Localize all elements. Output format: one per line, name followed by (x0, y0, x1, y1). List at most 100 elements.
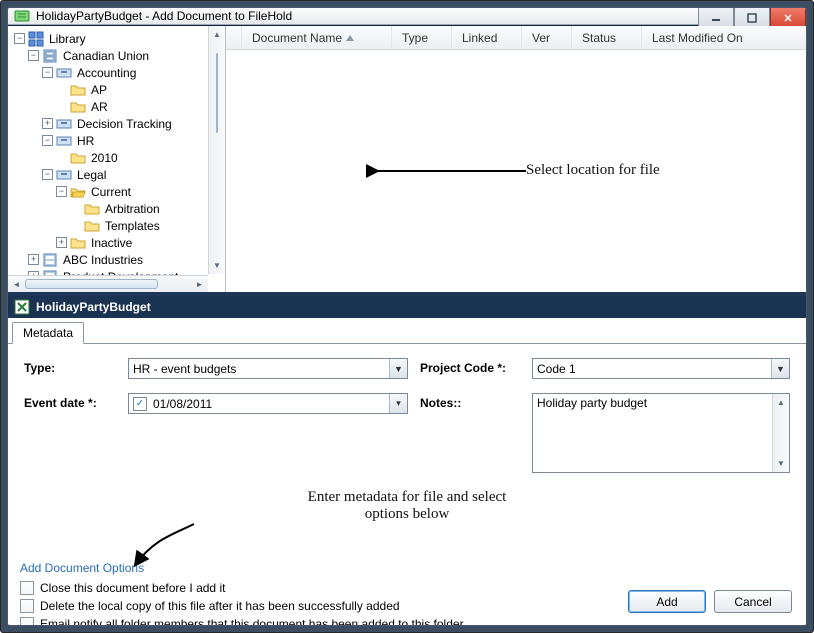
button-label: Cancel (734, 595, 771, 609)
tree-node-legal[interactable]: Legal (75, 168, 108, 182)
tab-strip: Metadata (8, 320, 806, 344)
scroll-left-icon[interactable]: ◄ (8, 276, 25, 292)
folder-icon (84, 201, 100, 217)
event-date-input[interactable]: ✓ 01/08/2011 ▾ (128, 393, 408, 414)
checkbox-close-before[interactable] (20, 581, 34, 595)
tree-node-inactive[interactable]: Inactive (89, 236, 134, 250)
tree-node-ap[interactable]: AP (89, 83, 109, 97)
expand-icon[interactable]: + (42, 118, 53, 129)
dropdown-icon[interactable]: ▼ (771, 359, 789, 378)
folder-icon (70, 235, 86, 251)
scroll-down-icon[interactable]: ▼ (209, 257, 225, 274)
tree-node-templates[interactable]: Templates (103, 219, 162, 233)
drawer-icon (56, 133, 72, 149)
tree-node-accounting[interactable]: Accounting (75, 66, 138, 80)
scroll-up-icon[interactable]: ▲ (209, 26, 225, 43)
column-type[interactable]: Type (392, 26, 452, 49)
column-label: Type (402, 31, 428, 45)
column-last-modified[interactable]: Last Modified On (642, 26, 806, 49)
excel-doc-icon (14, 299, 30, 315)
scroll-right-icon[interactable]: ► (191, 276, 208, 292)
tree-horizontal-scrollbar[interactable]: ◄ ► (8, 275, 208, 292)
tree-node-canadian-union[interactable]: Canadian Union (61, 49, 151, 63)
checkbox-delete-local[interactable] (20, 599, 34, 613)
tree-node-current[interactable]: Current (89, 185, 133, 199)
type-value: HR - event budgets (129, 362, 389, 376)
project-code-combo[interactable]: Code 1 ▼ (532, 358, 790, 379)
scroll-thumb[interactable] (25, 279, 158, 289)
folder-tree[interactable]: − Library − Canadian Union (8, 26, 225, 292)
column-label: Last Modified On (652, 31, 743, 45)
column-label: Ver (532, 31, 550, 45)
close-button[interactable] (770, 8, 806, 28)
column-document-name[interactable]: Document Name (242, 26, 392, 49)
date-enable-checkbox[interactable]: ✓ (133, 397, 147, 411)
tree-vertical-scrollbar[interactable]: ▲ ▼ (208, 26, 225, 274)
cabinet-icon (42, 252, 58, 268)
notes-scrollbar[interactable]: ▲ ▼ (772, 394, 789, 472)
column-ver[interactable]: Ver (522, 26, 572, 49)
folder-open-icon (70, 184, 86, 200)
document-list-panel: Document Name Type Linked Ver Status Las… (226, 26, 806, 292)
label-type: Type: (24, 358, 116, 375)
sort-ascending-icon (346, 35, 354, 41)
tree-node-ar[interactable]: AR (89, 100, 110, 114)
dialog-footer: Add Cancel (628, 590, 792, 613)
column-linked[interactable]: Linked (452, 26, 522, 49)
label-event-date: Event date *: (24, 393, 116, 410)
cancel-button[interactable]: Cancel (714, 590, 792, 613)
expand-icon[interactable]: + (56, 237, 67, 248)
tree-panel: − Library − Canadian Union (8, 26, 226, 292)
document-name: HolidayPartyBudget (36, 300, 151, 314)
title-bar: HolidayPartyBudget - Add Document to Fil… (8, 8, 806, 25)
metadata-panel: Metadata Type: HR - event budgets ▼ Proj… (8, 318, 806, 555)
drawer-icon (56, 116, 72, 132)
type-combo[interactable]: HR - event budgets ▼ (128, 358, 408, 379)
library-icon (28, 31, 44, 47)
tree-node-abc-industries[interactable]: ABC Industries (61, 253, 145, 267)
drawer-icon (56, 65, 72, 81)
tree-node-2010[interactable]: 2010 (89, 151, 120, 165)
collapse-icon[interactable]: − (42, 135, 53, 146)
notes-textarea[interactable]: Holiday party budget ▲ ▼ (532, 393, 790, 473)
notes-value: Holiday party budget (537, 396, 647, 410)
dropdown-icon[interactable]: ▼ (389, 359, 407, 378)
annotation-arrow-icon (366, 161, 536, 181)
window-title: HolidayPartyBudget - Add Document to Fil… (36, 9, 292, 23)
collapse-icon[interactable]: − (42, 169, 53, 180)
minimize-button[interactable] (698, 8, 734, 28)
add-button[interactable]: Add (628, 590, 706, 613)
column-header-row: Document Name Type Linked Ver Status Las… (226, 26, 806, 50)
collapse-icon[interactable]: − (56, 186, 67, 197)
tree-node-library[interactable]: Library (47, 32, 88, 46)
scroll-down-icon[interactable]: ▼ (773, 455, 789, 472)
folder-icon (84, 218, 100, 234)
cabinet-icon (42, 48, 58, 64)
option-close-before-label: Close this document before I add it (40, 581, 225, 595)
upper-split: − Library − Canadian Union (8, 26, 806, 296)
option-delete-local-label: Delete the local copy of this file after… (40, 599, 400, 613)
app-icon (14, 8, 30, 24)
event-date-value[interactable]: 01/08/2011 (151, 397, 389, 411)
tree-node-arbitration[interactable]: Arbitration (103, 202, 162, 216)
annotation-arrow-icon (124, 519, 204, 569)
label-notes: Notes:: (420, 393, 520, 410)
document-header-band: HolidayPartyBudget (8, 296, 806, 318)
scroll-up-icon[interactable]: ▲ (773, 394, 789, 411)
maximize-button[interactable] (734, 8, 770, 28)
column-label: Linked (462, 31, 497, 45)
collapse-icon[interactable]: − (28, 50, 39, 61)
tree-node-decision-tracking[interactable]: Decision Tracking (75, 117, 174, 131)
option-email-notify-label: Email notify all folder members that thi… (40, 617, 464, 626)
tree-node-hr[interactable]: HR (75, 134, 96, 148)
column-label: Document Name (252, 31, 342, 45)
scroll-thumb[interactable] (216, 53, 218, 133)
tab-metadata[interactable]: Metadata (12, 322, 84, 344)
project-code-value: Code 1 (533, 362, 771, 376)
calendar-dropdown-icon[interactable]: ▾ (389, 394, 407, 413)
column-status[interactable]: Status (572, 26, 642, 49)
collapse-icon[interactable]: − (42, 67, 53, 78)
expand-icon[interactable]: + (28, 254, 39, 265)
collapse-icon[interactable]: − (14, 33, 25, 44)
checkbox-email-notify[interactable] (20, 617, 34, 626)
